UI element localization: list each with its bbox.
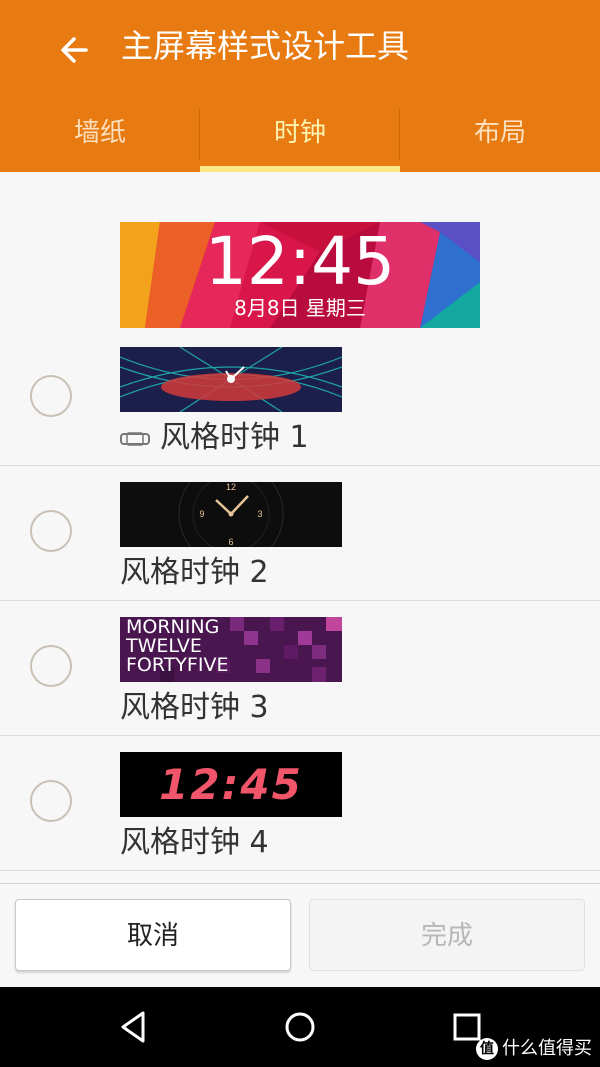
preview-date: 8月8日 星期三	[234, 296, 366, 320]
clock-3-thumbnail: MORNING TWELVE FORTYFIVE	[120, 617, 342, 682]
footer-divider	[0, 883, 600, 884]
dial-number-6: 6	[228, 537, 233, 547]
app-bar: 主屏幕样式设计工具 墙纸 时钟 布局	[0, 0, 600, 172]
radio-button[interactable]	[30, 645, 72, 687]
back-arrow-icon[interactable]	[52, 28, 96, 72]
clock-style-label: 风格时钟 1	[120, 420, 309, 456]
tab-clock[interactable]: 时钟	[200, 108, 400, 162]
cancel-button[interactable]: 取消	[15, 899, 291, 971]
clock-preview: 12:45 8月8日 星期三	[120, 222, 480, 328]
done-button[interactable]: 完成	[309, 899, 585, 971]
clock-style-row-4[interactable]: 12:45 风格时钟 4	[0, 736, 600, 871]
dial-number-3: 3	[257, 509, 262, 519]
page-title: 主屏幕样式设计工具	[121, 27, 410, 65]
active-tab-indicator	[200, 166, 400, 172]
thumb-time: 12:45	[159, 760, 303, 809]
clock-4-thumbnail: 12:45	[120, 752, 342, 817]
radio-button[interactable]	[30, 510, 72, 552]
home-circle-icon[interactable]	[282, 1009, 318, 1045]
gear-watch-icon	[120, 431, 150, 446]
clock-style-name: 风格时钟 1	[160, 420, 309, 455]
radio-button[interactable]	[30, 375, 72, 417]
clock-style-name: 风格时钟 4	[120, 825, 269, 860]
clock-2-art: 12 3 6 9	[120, 482, 342, 547]
clock-1-thumbnail	[120, 347, 342, 412]
clock-style-name: 风格时钟 2	[120, 555, 269, 590]
tab-wallpaper[interactable]: 墙纸	[0, 108, 200, 162]
tab-layout[interactable]: 布局	[400, 108, 600, 162]
dial-number-9: 9	[199, 509, 204, 519]
thumb-text-line: FORTYFIVE	[126, 654, 229, 676]
watermark-badge: 值	[476, 1038, 498, 1060]
back-triangle-icon[interactable]	[115, 1009, 151, 1045]
clock-style-row-1[interactable]: 风格时钟 1	[0, 331, 600, 466]
clock-2-thumbnail: 12 3 6 9	[120, 482, 342, 547]
clock-style-name: 风格时钟 3	[120, 690, 269, 725]
clock-1-art	[120, 347, 342, 412]
clock-style-row-2[interactable]: 12 3 6 9 风格时钟 2	[0, 466, 600, 601]
radio-button[interactable]	[30, 780, 72, 822]
clock-style-row-3[interactable]: MORNING TWELVE FORTYFIVE 风格时钟 3	[0, 601, 600, 736]
dial-number-12: 12	[226, 482, 236, 492]
watermark-text: 什么值得买	[502, 1038, 592, 1059]
watermark: 值什么值得买	[476, 1038, 592, 1060]
preview-time: 12:45	[204, 223, 396, 300]
